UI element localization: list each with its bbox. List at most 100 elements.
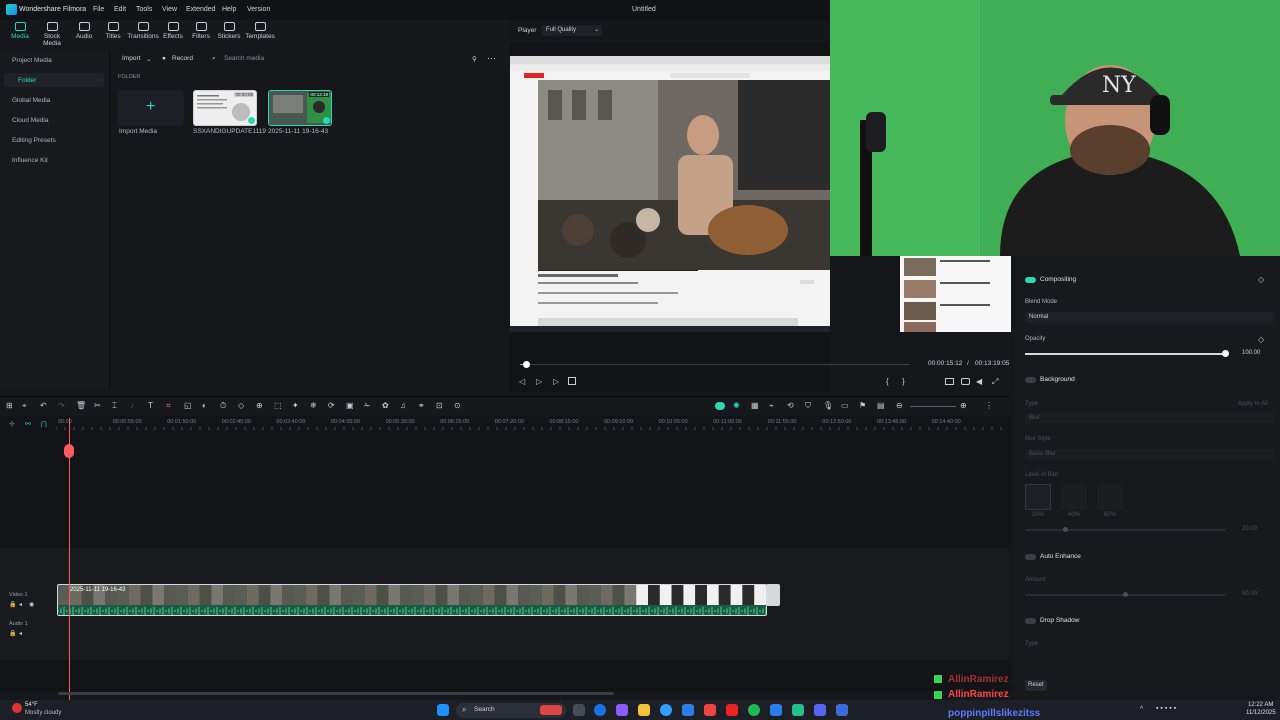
blur-style-dropdown[interactable] [1025, 449, 1273, 459]
split-icon[interactable]: ✂ [94, 401, 101, 410]
magnet-icon[interactable]: ⋂ [41, 420, 47, 428]
apply-to-all-button[interactable]: Apply to All [1238, 401, 1268, 407]
sidebar-item-influence-kit[interactable]: Influence Kit [12, 157, 48, 164]
effects-icon-tl[interactable]: ✿ [382, 401, 389, 410]
blur-level-20[interactable] [1025, 484, 1051, 510]
speed-icon[interactable]: ⏱ [220, 401, 226, 411]
grid-icon[interactable]: ▤ [877, 401, 885, 410]
loop-icon[interactable]: ⟲ [787, 401, 794, 410]
app-icon-red[interactable] [704, 704, 716, 716]
player-progress-track[interactable] [520, 364, 910, 365]
play-pause-icon[interactable]: ▷ [536, 377, 542, 386]
discord-icon[interactable] [814, 704, 826, 716]
blur-level-60[interactable] [1097, 484, 1123, 510]
scissors-icon[interactable]: ✁ [364, 401, 371, 410]
subtitle-icon[interactable]: ▭ [841, 401, 849, 410]
clip-end-handle[interactable] [766, 584, 780, 606]
blur-slider-track[interactable] [1025, 529, 1225, 531]
render-preview-icon[interactable] [715, 402, 725, 410]
import-chevron-down-icon[interactable]: ⌄ [146, 55, 151, 67]
player-progress-handle[interactable] [523, 361, 530, 368]
video-track-lock-icon[interactable]: 🔒 [9, 601, 16, 608]
motion-icon[interactable]: ⟳ [328, 401, 335, 410]
search-input[interactable]: Search media [224, 55, 264, 67]
fullscreen-icon[interactable]: ⤢ [992, 377, 998, 387]
video-track-eye-icon[interactable]: ◉ [29, 601, 34, 608]
timeline-settings-icon[interactable]: ⋮ [985, 401, 993, 410]
tab-transitions[interactable]: Transitions [127, 22, 159, 40]
filmora-taskbar-icon[interactable] [792, 704, 804, 716]
marker-icon[interactable]: ⚑ [859, 401, 866, 410]
mask-icon[interactable]: ⬚ [274, 401, 282, 410]
file-explorer-icon[interactable] [638, 704, 650, 716]
crop-icon[interactable]: ⌗ [166, 401, 171, 411]
snapshot-icon[interactable] [961, 378, 970, 385]
video-track-mute-icon[interactable]: ◂ [19, 601, 22, 608]
amount-value[interactable]: 50.00 [1242, 591, 1257, 597]
tab-titles[interactable]: Titles [97, 22, 129, 40]
add-track-icon[interactable]: ⊹ [9, 420, 15, 428]
sidebar-item-editing-presets[interactable]: Editing Presets [12, 137, 56, 144]
tab-stickers[interactable]: Stickers [213, 22, 245, 40]
media-thumb-2[interactable]: 00:13:19 [268, 90, 332, 126]
menu-view[interactable]: View [162, 6, 177, 13]
timeline-scrollbar[interactable] [58, 692, 614, 695]
prev-frame-icon[interactable]: ◁ [519, 377, 525, 386]
trim-icon[interactable]: ⌶ [112, 401, 117, 411]
background-toggle[interactable] [1025, 377, 1036, 383]
mark-in-icon[interactable]: { [886, 377, 889, 386]
opacity-value[interactable]: 100.00 [1242, 350, 1260, 356]
zoom-slider[interactable] [910, 406, 956, 407]
windows-start-icon[interactable] [437, 704, 449, 716]
layout-icon[interactable]: ⊞ [6, 401, 13, 410]
weather-icon[interactable] [12, 703, 22, 713]
sidebar-item-global-media[interactable]: Global Media [12, 97, 50, 104]
opacity-slider-handle[interactable] [1222, 350, 1229, 357]
media-icon-tl[interactable]: ▣ [346, 401, 354, 410]
store-icon[interactable] [682, 704, 694, 716]
ai-tools-icon[interactable]: ✦ [292, 401, 299, 410]
menu-tools[interactable]: Tools [136, 6, 152, 13]
tab-audio[interactable]: Audio [68, 22, 100, 40]
keyframe-icon[interactable]: ◇ [238, 401, 244, 410]
compositing-toggle[interactable] [1025, 277, 1036, 283]
mark-out-icon[interactable]: } [902, 377, 905, 386]
zoom-in-icon[interactable]: ⊕ [960, 401, 967, 410]
edge-icon[interactable] [594, 704, 606, 716]
menu-version[interactable]: Version [247, 6, 270, 13]
more-icon[interactable]: ⋯ [487, 53, 496, 65]
opacity-keyframe-icon[interactable]: ◇ [1258, 335, 1264, 344]
redo-icon[interactable]: ↷ [58, 401, 65, 410]
mic-icon[interactable]: ⌁ [769, 401, 774, 410]
sidebar-item-folder[interactable]: Folder [18, 77, 36, 84]
link-icon[interactable]: ⚯ [25, 420, 31, 428]
menu-extended[interactable]: Extended [186, 6, 216, 13]
microphone-icon[interactable]: 🎙 [823, 401, 833, 410]
blend-mode-dropdown[interactable] [1025, 312, 1273, 323]
text-icon[interactable]: T [148, 401, 153, 410]
copilot-icon[interactable] [616, 704, 628, 716]
tab-stock-media[interactable]: Stock Media [36, 22, 68, 47]
stop-icon[interactable] [568, 377, 576, 385]
tray-icons[interactable]: ▪ ▪ ▪ ▪ ▪ [1156, 705, 1176, 712]
menu-edit[interactable]: Edit [114, 6, 126, 13]
zoom-search-icon[interactable]: ⊙ [454, 401, 461, 410]
video-clip[interactable] [57, 584, 767, 616]
delete-icon[interactable]: 🗑 [76, 401, 86, 410]
app-icon-blue[interactable] [836, 704, 848, 716]
chrome-icon[interactable] [660, 704, 672, 716]
media-thumb-1[interactable]: 00:00:05 [193, 90, 257, 126]
import-button[interactable]: Import [122, 55, 140, 67]
diamond-keyframe-icon[interactable]: ◇ [1258, 275, 1264, 284]
color-match-icon[interactable]: ⚭ [418, 401, 425, 410]
playhead[interactable] [69, 418, 70, 700]
spotify-icon[interactable] [748, 704, 760, 716]
volume-icon[interactable]: ◀ [976, 377, 982, 386]
bg-type-dropdown[interactable] [1025, 413, 1273, 423]
audio-detach-icon[interactable]: ♪ [130, 401, 134, 410]
timeline-ruler[interactable] [55, 418, 1010, 430]
tray-chevron-up-icon[interactable]: ^ [1140, 706, 1143, 713]
snapshot-tl-icon[interactable]: ▦ [751, 401, 759, 410]
undo-icon[interactable]: ↶ [40, 401, 47, 410]
audio-track-lock-icon[interactable]: 🔒 [9, 630, 16, 637]
